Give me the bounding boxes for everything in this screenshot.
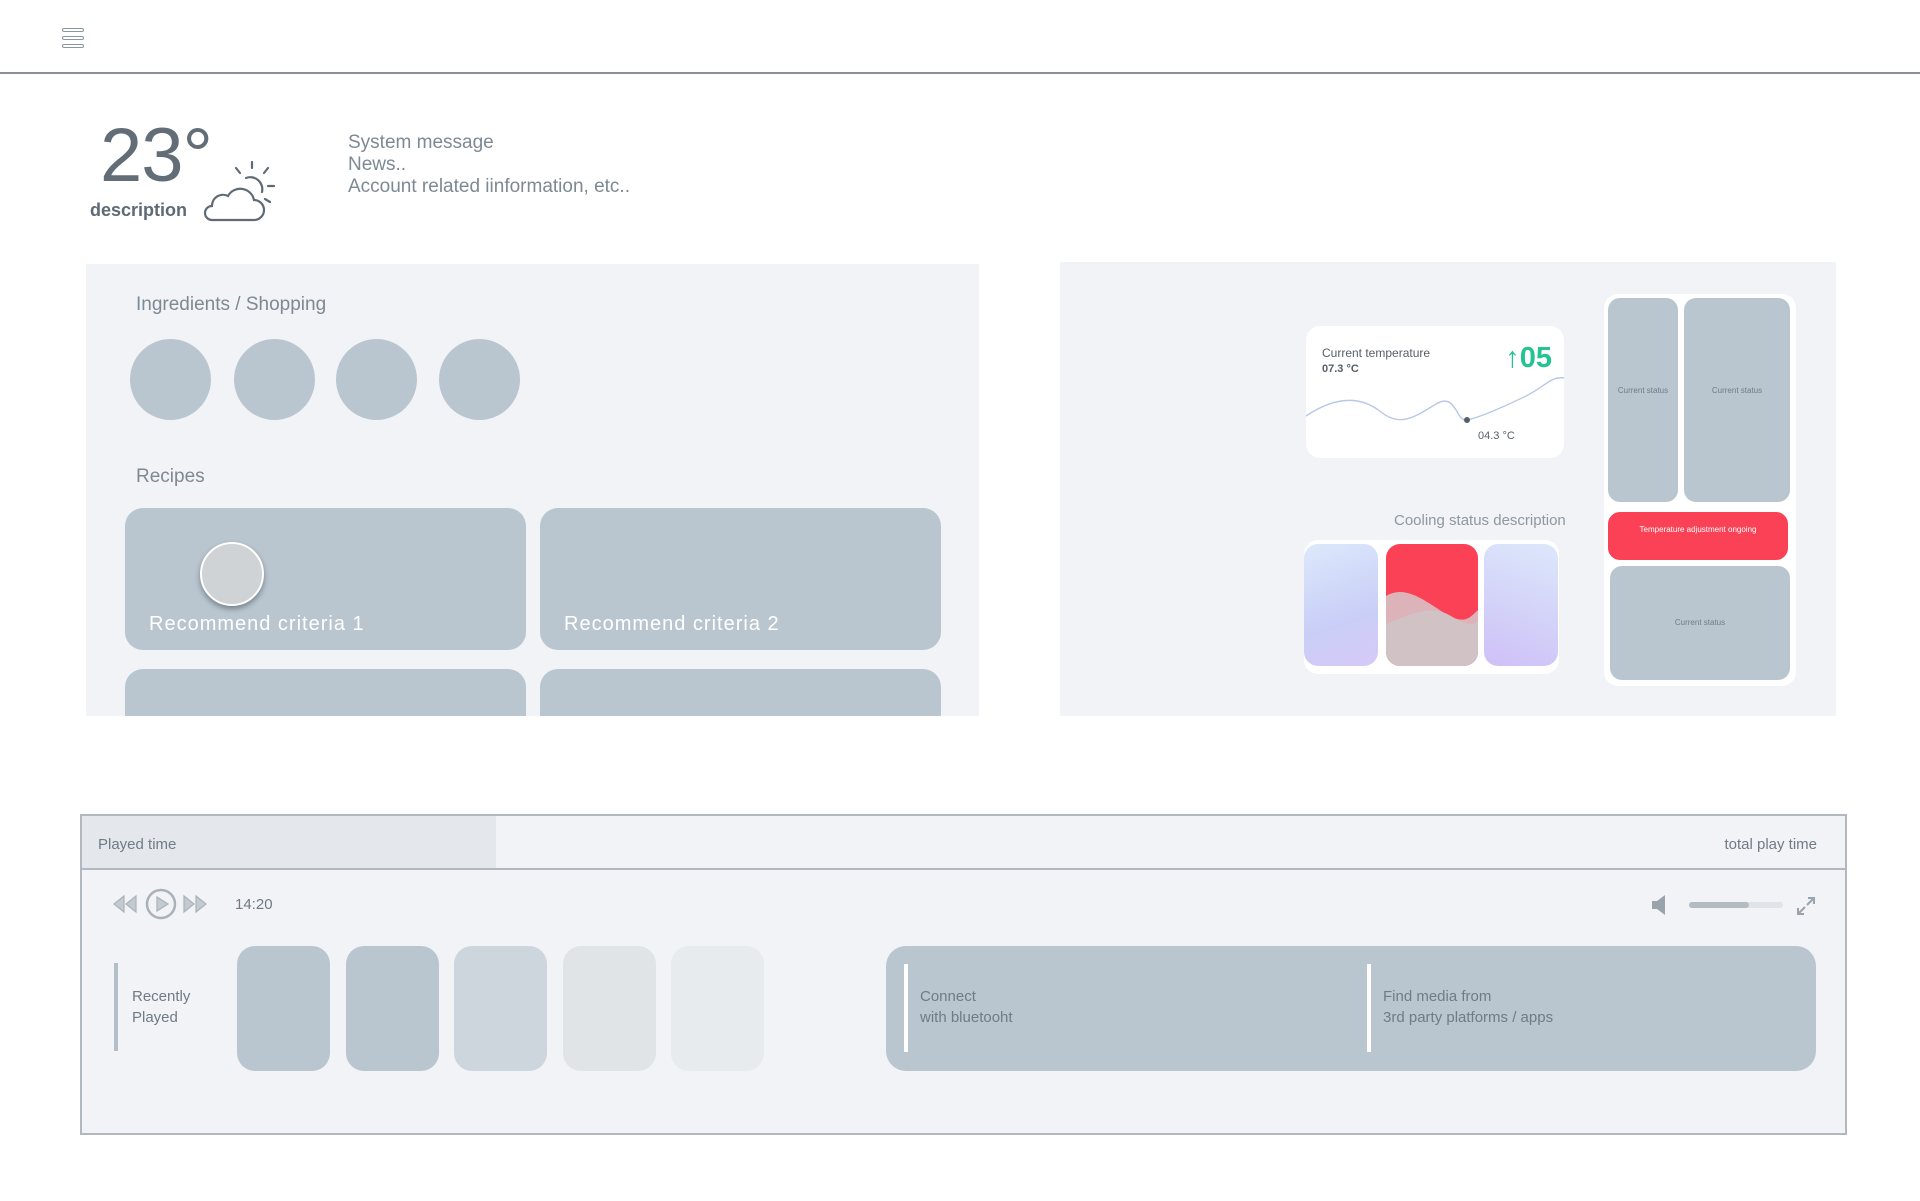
- system-message-line: System message: [348, 132, 494, 153]
- cooling-tile-left[interactable]: [1304, 544, 1378, 666]
- recently-played-line2: Played: [132, 1009, 178, 1026]
- media-player: Played time total play time 14:20 Recent…: [80, 814, 1847, 1135]
- menu-icon[interactable]: [60, 28, 86, 50]
- find-media-line2: 3rd party platforms / apps: [1383, 1009, 1554, 1026]
- temperature-card-title: Current temperature: [1322, 346, 1431, 360]
- cooling-tile-center[interactable]: [1386, 544, 1478, 666]
- ingredient-item[interactable]: [234, 339, 315, 420]
- connect-bluetooth-line2: with bluetooht: [920, 1009, 1013, 1026]
- fridge-status-frame: Current status Current status Temperatur…: [1604, 294, 1796, 686]
- find-media-option[interactable]: Find media from 3rd party platforms / ap…: [1383, 986, 1553, 1028]
- cooling-status-group: [1304, 540, 1559, 674]
- ingredient-item[interactable]: [336, 339, 417, 420]
- weather-description: description: [90, 200, 188, 220]
- recently-played-divider: [114, 963, 118, 1051]
- recent-media-thumb[interactable]: [563, 946, 656, 1071]
- cooling-status-title: Cooling status description: [1394, 512, 1566, 529]
- cooling-wave: [1386, 592, 1478, 666]
- recently-played-line1: Recently: [132, 988, 191, 1005]
- alert-label: Temperature adjustment ongoing: [1639, 525, 1757, 534]
- recipe-card-4[interactable]: [540, 669, 941, 716]
- status-box-left[interactable]: Current status: [1608, 298, 1678, 502]
- kitchen-panel: Ingredients / Shopping Recipes Recommend…: [86, 264, 979, 716]
- fullscreen-icon[interactable]: [1796, 896, 1816, 916]
- connect-bluetooth-line1: Connect: [920, 988, 976, 1005]
- recent-media-thumb[interactable]: [237, 946, 330, 1071]
- temperature-line-graph: [1306, 377, 1564, 423]
- ingredients-title: Ingredients / Shopping: [136, 294, 327, 315]
- media-option-divider: [1367, 964, 1371, 1052]
- partly-cloudy-icon: [203, 160, 276, 222]
- recently-played-label: Recently Played: [132, 986, 190, 1028]
- media-option-divider: [904, 964, 908, 1052]
- played-time-label: Played time: [98, 836, 177, 853]
- recipe-card-label: Recommend criteria 2: [564, 613, 780, 635]
- temperature-delta: ↑05: [1505, 342, 1552, 374]
- system-messages: System message News.. Account related ii…: [348, 132, 630, 198]
- recipe-card-1[interactable]: Recommend criteria 1: [125, 508, 526, 650]
- current-temperature: 07.3 °C: [1322, 363, 1359, 375]
- volume-icon[interactable]: [1650, 894, 1672, 916]
- status-box-right[interactable]: Current status: [1684, 298, 1790, 502]
- play-icon[interactable]: [145, 888, 177, 920]
- cooling-tile-right[interactable]: [1484, 544, 1558, 666]
- recipe-card-3[interactable]: [125, 669, 526, 716]
- ingredient-item[interactable]: [439, 339, 520, 420]
- volume-slider[interactable]: [1689, 902, 1783, 908]
- temperature-adjustment-alert[interactable]: Temperature adjustment ongoing: [1608, 512, 1788, 560]
- total-play-time-label: total play time: [1724, 836, 1817, 853]
- news-line: News..: [348, 154, 407, 175]
- fridge-panel: Current temperature 07.3 °C ↑05 04.3 °C …: [1060, 262, 1836, 716]
- low-temperature-point: 04.3 °C: [1478, 430, 1515, 442]
- recent-media-thumb[interactable]: [671, 946, 764, 1071]
- status-box-label: Current status: [1617, 386, 1669, 395]
- status-box-bottom[interactable]: Current status: [1610, 566, 1790, 680]
- media-source-bar: Connect with bluetooht Find media from 3…: [886, 946, 1816, 1071]
- temperature-card[interactable]: Current temperature 07.3 °C ↑05 04.3 °C: [1306, 326, 1564, 458]
- rewind-icon[interactable]: [112, 894, 138, 914]
- recipe-card-label: Recommend criteria 1: [149, 613, 365, 635]
- ingredient-item[interactable]: [130, 339, 211, 420]
- fast-forward-icon[interactable]: [182, 894, 208, 914]
- status-box-label: Current status: [1674, 618, 1726, 627]
- account-info-line: Account related iinformation, etc..: [348, 176, 630, 197]
- status-box-label: Current status: [1711, 386, 1763, 395]
- current-time: 14:20: [235, 896, 273, 913]
- progress-bar[interactable]: Played time total play time: [82, 816, 1845, 870]
- connect-bluetooth-option[interactable]: Connect with bluetooht: [920, 986, 1013, 1028]
- top-bar: [0, 0, 1920, 74]
- recent-media-thumb[interactable]: [454, 946, 547, 1071]
- temperature-graph-point: [1464, 417, 1470, 423]
- recipe-card-2[interactable]: Recommend criteria 2: [540, 508, 941, 650]
- recipes-title: Recipes: [136, 466, 205, 487]
- recent-media-thumb[interactable]: [346, 946, 439, 1071]
- find-media-line1: Find media from: [1383, 988, 1492, 1005]
- drag-knob[interactable]: [200, 542, 264, 606]
- volume-slider-fill: [1689, 902, 1750, 908]
- temperature-value: 23°: [100, 113, 213, 198]
